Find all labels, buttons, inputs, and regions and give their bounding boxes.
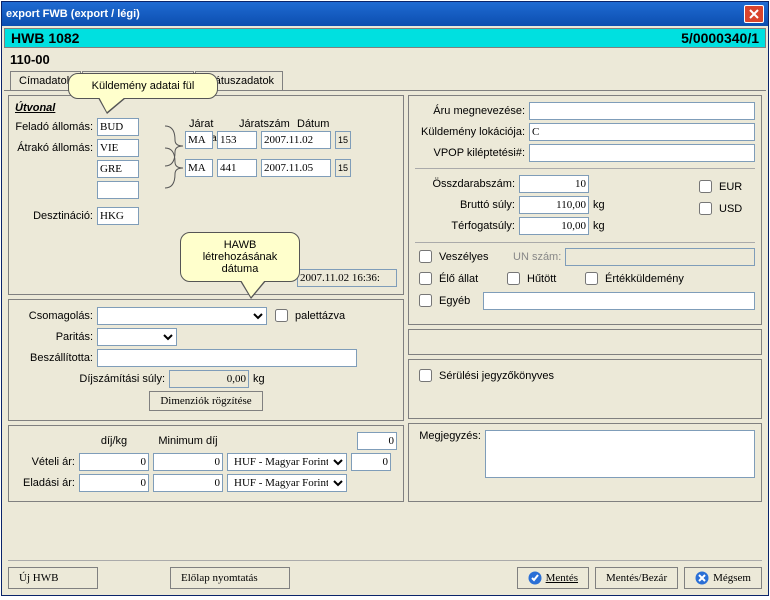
elolap-button[interactable]: Előlap nyomtatás [170,567,290,589]
egyeb-input[interactable] [483,292,755,310]
check-icon [528,571,542,585]
j2-utvonal[interactable] [185,159,213,177]
beszallitotta-input[interactable] [97,349,357,367]
bracket-icon [165,118,185,198]
callout-date: HAWB létrehozásának dátuma [180,232,300,282]
veteliar-dijkg[interactable] [79,453,149,471]
osszdarab-input[interactable] [519,175,589,193]
egyeb-checkbox[interactable] [419,294,432,307]
eladasiar-currency[interactable]: HUF - Magyar Forint [227,474,347,492]
dijsuly-field [169,370,249,388]
window-title: export FWB (export / légi) [6,8,744,20]
note-box: Megjegyzés: [408,423,762,502]
veteliar-currency[interactable]: HUF - Magyar Forint [227,453,347,471]
j1-datum[interactable] [261,131,331,149]
veszelyes-checkbox[interactable] [419,250,432,263]
sub-header: 110-00 [4,48,766,71]
atrako1-input[interactable] [97,139,139,157]
titlebar: export FWB (export / légi) [2,2,768,26]
eloallat-checkbox[interactable] [419,272,432,285]
j2-szam[interactable] [217,159,257,177]
dimenziok-button[interactable]: Dimenziók rögzítése [149,391,262,411]
felado-input[interactable] [97,118,139,136]
lokacio-input[interactable] [529,123,755,141]
footer-bar: Új HWB Előlap nyomtatás Mentés Mentés/Be… [8,560,762,589]
damage-box: Sérülési jegyzőkönyves [408,359,762,419]
extra2-input[interactable] [351,453,391,471]
csomagolas-select[interactable] [97,307,267,325]
serulesi-checkbox[interactable] [419,369,432,382]
packaging-box: Csomagolás: palettázva Paritás: Beszállí… [8,299,404,421]
j1-utvonal[interactable] [185,131,213,149]
hutott-checkbox[interactable] [507,272,520,285]
letrehozva-field [297,269,397,287]
palettazva-checkbox[interactable] [275,309,288,322]
ertek-checkbox[interactable] [585,272,598,285]
description-box: Áru megnevezése: Küldemény lokációja: VP… [408,95,762,325]
close-icon [749,9,759,19]
cancel-icon [695,571,709,585]
close-button[interactable] [744,5,764,23]
eladasiar-dijkg[interactable] [79,474,149,492]
mentes-bezar-button[interactable]: Mentés/Bezár [595,567,678,589]
pricing-box: díj/kg Minimum díj Vételi ár: HUF - Magy… [8,425,404,502]
deszt-input[interactable] [97,207,139,225]
eladasiar-mindij[interactable] [153,474,223,492]
unszam-input [565,248,755,266]
mentes-button[interactable]: Mentés [517,567,589,589]
j2-date-picker[interactable]: 15 [335,159,351,177]
atrako3-input[interactable] [97,181,139,199]
megsem-button[interactable]: Mégsem [684,567,762,589]
megjegyzes-textarea[interactable] [485,430,755,478]
paritas-select[interactable] [97,328,177,346]
brutto-input[interactable] [519,196,589,214]
j2-datum[interactable] [261,159,331,177]
veteliar-mindij[interactable] [153,453,223,471]
usd-checkbox[interactable] [699,202,712,215]
j1-szam[interactable] [217,131,257,149]
extra1-input[interactable] [357,432,397,450]
uj-hwb-button[interactable]: Új HWB [8,567,98,589]
eur-checkbox[interactable] [699,180,712,193]
terfogat-input[interactable] [519,217,589,235]
hwb-number: HWB 1082 [11,30,79,46]
callout-tabs: Küldemény adatai fül [68,73,218,99]
spacer-box [408,329,762,355]
atrako2-input[interactable] [97,160,139,178]
aru-input[interactable] [529,102,755,120]
header-ref: 5/0000340/1 [681,30,759,46]
j1-date-picker[interactable]: 15 [335,131,351,149]
route-title: Útvonal [15,102,397,114]
vpop-input[interactable] [529,144,755,162]
header-bar: HWB 1082 5/0000340/1 [4,28,766,48]
